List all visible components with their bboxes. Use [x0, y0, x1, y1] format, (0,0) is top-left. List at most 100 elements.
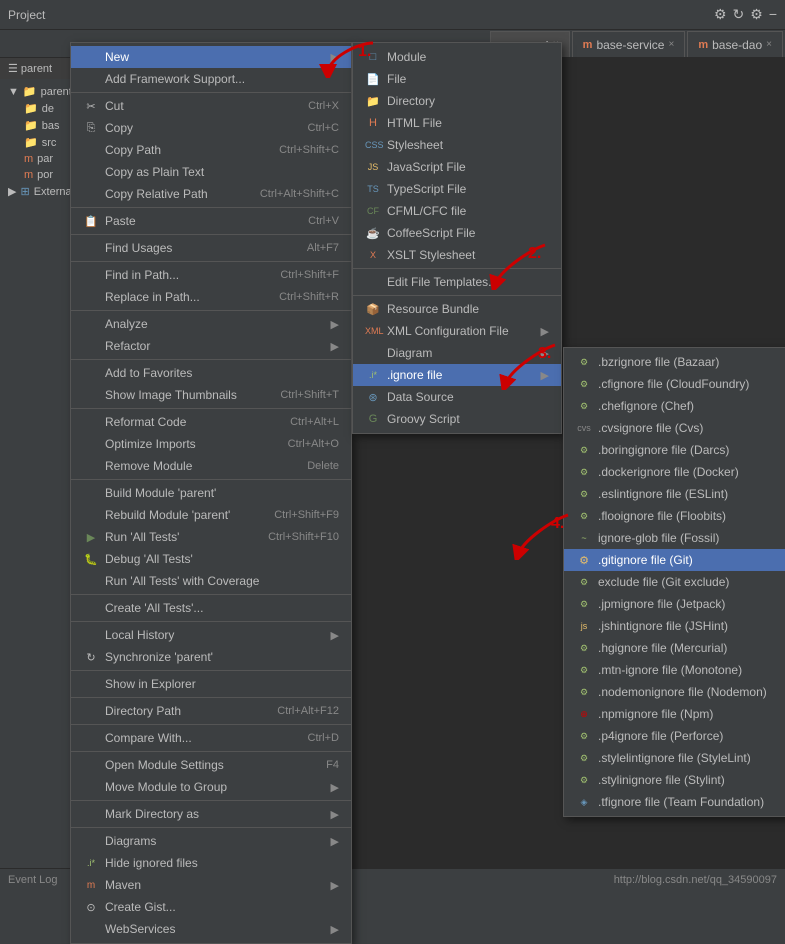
ignore-cvsignore[interactable]: cvs .cvsignore file (Cvs) — [564, 417, 785, 439]
menu-item-create-tests[interactable]: Create 'All Tests'... — [71, 597, 351, 619]
ignore-docker-label: .dockerignore file (Docker) — [598, 465, 739, 479]
menu-item-replace-in-path[interactable]: Replace in Path... Ctrl+Shift+R — [71, 286, 351, 308]
ignore-eslintignore[interactable]: ⚙ .eslintignore file (ESLint) — [564, 483, 785, 505]
folder-bas-icon: 📁 — [24, 119, 38, 132]
menu-item-add-favorites[interactable]: Add to Favorites — [71, 362, 351, 384]
menu-item-rebuild-module[interactable]: Rebuild Module 'parent' Ctrl+Shift+F9 — [71, 504, 351, 526]
ignore-bzrignore[interactable]: ⚙ .bzrignore file (Bazaar) — [564, 351, 785, 373]
menu-item-maven[interactable]: m Maven ▶ — [71, 874, 351, 896]
menu-item-copy[interactable]: ⎘ Copy Ctrl+C — [71, 117, 351, 139]
menu-item-refactor[interactable]: Refactor ▶ — [71, 335, 351, 357]
menu-item-mark-directory[interactable]: Mark Directory as ▶ — [71, 803, 351, 825]
menu-item-hide-ignored-label: Hide ignored files — [105, 856, 198, 870]
menu-item-rebuild-label: Rebuild Module 'parent' — [105, 508, 230, 522]
stylin-icon: ⚙ — [576, 775, 592, 786]
submenu-ignore-file[interactable]: .i* .ignore file ▶ — [353, 364, 561, 386]
menu-item-compare-with[interactable]: Compare With... Ctrl+D — [71, 727, 351, 749]
menu-item-reformat[interactable]: Reformat Code Ctrl+Alt+L — [71, 411, 351, 433]
menu-item-optimize-imports[interactable]: Optimize Imports Ctrl+Alt+O — [71, 433, 351, 455]
menu-item-debug-label: Debug 'All Tests' — [105, 552, 193, 566]
ignore-git-exclude[interactable]: ⚙ exclude file (Git exclude) — [564, 571, 785, 593]
ignore-jshintignore[interactable]: js .jshintignore file (JSHint) — [564, 615, 785, 637]
submenu-data-source[interactable]: ⊛ Data Source — [353, 386, 561, 408]
menu-item-webservices[interactable]: WebServices ▶ — [71, 918, 351, 940]
ignore-tfignore[interactable]: ◈ .tfignore file (Team Foundation) — [564, 791, 785, 813]
menu-item-hide-ignored[interactable]: .i* Hide ignored files — [71, 852, 351, 874]
menu-item-copy-plain[interactable]: Copy as Plain Text — [71, 161, 351, 183]
ignore-glob[interactable]: ~ ignore-glob file (Fossil) — [564, 527, 785, 549]
menu-item-synchronize[interactable]: ↻ Synchronize 'parent' — [71, 646, 351, 668]
menu-item-paste-label: Paste — [105, 214, 136, 228]
menu-item-find-in-path[interactable]: Find in Path... Ctrl+Shift+F — [71, 264, 351, 286]
diagram-arrow: ▶ — [541, 347, 549, 360]
submenu-new-js-label: JavaScript File — [387, 160, 466, 174]
tab-base-dao-close[interactable]: × — [766, 39, 772, 50]
tab-base-service[interactable]: m base-service × — [572, 31, 686, 57]
submenu-resource-bundle[interactable]: 📦 Resource Bundle — [353, 298, 561, 320]
menu-item-copy-relative[interactable]: Copy Relative Path Ctrl+Alt+Shift+C — [71, 183, 351, 205]
ignore-npmignore[interactable]: ⊕ .npmignore file (Npm) — [564, 703, 785, 725]
tab-base-service-close[interactable]: × — [668, 39, 674, 50]
menu-item-show-thumbnails[interactable]: Show Image Thumbnails Ctrl+Shift+T — [71, 384, 351, 406]
menu-item-show-explorer[interactable]: Show in Explorer — [71, 673, 351, 695]
submenu-new-xslt[interactable]: X XSLT Stylesheet — [353, 244, 561, 266]
diagrams-arrow: ▶ — [331, 835, 339, 848]
ignore-hg-label: .hgignore file (Mercurial) — [598, 641, 727, 655]
submenu-new-module[interactable]: □ Module — [353, 46, 561, 68]
status-event-log[interactable]: Event Log — [8, 874, 58, 886]
menu-item-dir-path[interactable]: Directory Path Ctrl+Alt+F12 — [71, 700, 351, 722]
ignore-flooignore[interactable]: ⚙ .flooignore file (Floobits) — [564, 505, 785, 527]
submenu-groovy-script[interactable]: G Groovy Script — [353, 408, 561, 430]
submenu-new-js[interactable]: JS JavaScript File — [353, 156, 561, 178]
menu-item-remove-module[interactable]: Remove Module Delete — [71, 455, 351, 477]
ignore-stylelintignore[interactable]: ⚙ .stylelintignore file (StyleLint) — [564, 747, 785, 769]
submenu-new-ts[interactable]: TS TypeScript File — [353, 178, 561, 200]
menu-item-create-gist[interactable]: ⊙ Create Gist... — [71, 896, 351, 918]
submenu-new-file[interactable]: 📄 File — [353, 68, 561, 90]
ignore-nodemonignore[interactable]: ⚙ .nodemonignore file (Nodemon) — [564, 681, 785, 703]
ignore-gitignore[interactable]: ⚙ .gitignore file (Git) — [564, 549, 785, 571]
menu-item-copy-path[interactable]: Copy Path Ctrl+Shift+C — [71, 139, 351, 161]
menu-item-build-module[interactable]: Build Module 'parent' — [71, 482, 351, 504]
paste-shortcut: Ctrl+V — [308, 215, 339, 227]
menu-item-find-usages[interactable]: Find Usages Alt+F7 — [71, 237, 351, 259]
menu-item-paste[interactable]: 📋 Paste Ctrl+V — [71, 210, 351, 232]
submenu-new-cfml[interactable]: CF CFML/CFC file — [353, 200, 561, 222]
ignore-boringignore[interactable]: ⚙ .boringignore file (Darcs) — [564, 439, 785, 461]
ignore-mtn[interactable]: ⚙ .mtn-ignore file (Monotone) — [564, 659, 785, 681]
submenu-edit-templates[interactable]: Edit File Templates... — [353, 271, 561, 293]
ignore-stylin[interactable]: ⚙ .stylinignore file (Stylint) — [564, 769, 785, 791]
tab-base-dao[interactable]: m base-dao × — [687, 31, 783, 57]
ignore-p4ignore[interactable]: ⚙ .p4ignore file (Perforce) — [564, 725, 785, 747]
ignore-cfignore[interactable]: ⚙ .cfignore file (CloudFoundry) — [564, 373, 785, 395]
ignore-jpmignore[interactable]: ⚙ .jpmignore file (Jetpack) — [564, 593, 785, 615]
history-arrow: ▶ — [331, 629, 339, 642]
bzr-icon: ⚙ — [576, 357, 592, 368]
menu-item-add-framework[interactable]: Add Framework Support... — [71, 68, 351, 90]
settings-icon[interactable]: ⚙ — [714, 6, 727, 23]
submenu-diagram[interactable]: Diagram ▶ — [353, 342, 561, 364]
submenu-new-stylesheet[interactable]: CSS Stylesheet — [353, 134, 561, 156]
menu-item-module-settings[interactable]: Open Module Settings F4 — [71, 754, 351, 776]
minimize-icon[interactable]: − — [769, 6, 777, 23]
gear-icon[interactable]: ⚙ — [750, 6, 763, 23]
submenu-new-coffeescript[interactable]: ☕ CoffeeScript File — [353, 222, 561, 244]
refresh-icon[interactable]: ↻ — [733, 6, 745, 23]
menu-item-analyze[interactable]: Analyze ▶ — [71, 313, 351, 335]
submenu-new-directory[interactable]: 📁 Directory — [353, 90, 561, 112]
submenu-new-html[interactable]: H HTML File — [353, 112, 561, 134]
menu-item-cut[interactable]: ✂ Cut Ctrl+X — [71, 95, 351, 117]
menu-item-local-history[interactable]: Local History ▶ — [71, 624, 351, 646]
ignore-hgignore[interactable]: ⚙ .hgignore file (Mercurial) — [564, 637, 785, 659]
menu-item-diagrams[interactable]: Diagrams ▶ — [71, 830, 351, 852]
separator-11 — [71, 697, 351, 698]
menu-item-run-tests[interactable]: ▶ Run 'All Tests' Ctrl+Shift+F10 — [71, 526, 351, 548]
ignore-dockerignore[interactable]: ⚙ .dockerignore file (Docker) — [564, 461, 785, 483]
menu-item-debug-tests[interactable]: 🐛 Debug 'All Tests' — [71, 548, 351, 570]
ignore-chefignore[interactable]: ⚙ .chefignore (Chef) — [564, 395, 785, 417]
submenu-xml-config[interactable]: XML XML Configuration File ▶ — [353, 320, 561, 342]
menu-item-move-to-group[interactable]: Move Module to Group ▶ — [71, 776, 351, 798]
menu-item-run-coverage[interactable]: Run 'All Tests' with Coverage — [71, 570, 351, 592]
menu-item-new[interactable]: New ▶ — [71, 46, 351, 68]
dir-path-shortcut: Ctrl+Alt+F12 — [277, 705, 339, 717]
